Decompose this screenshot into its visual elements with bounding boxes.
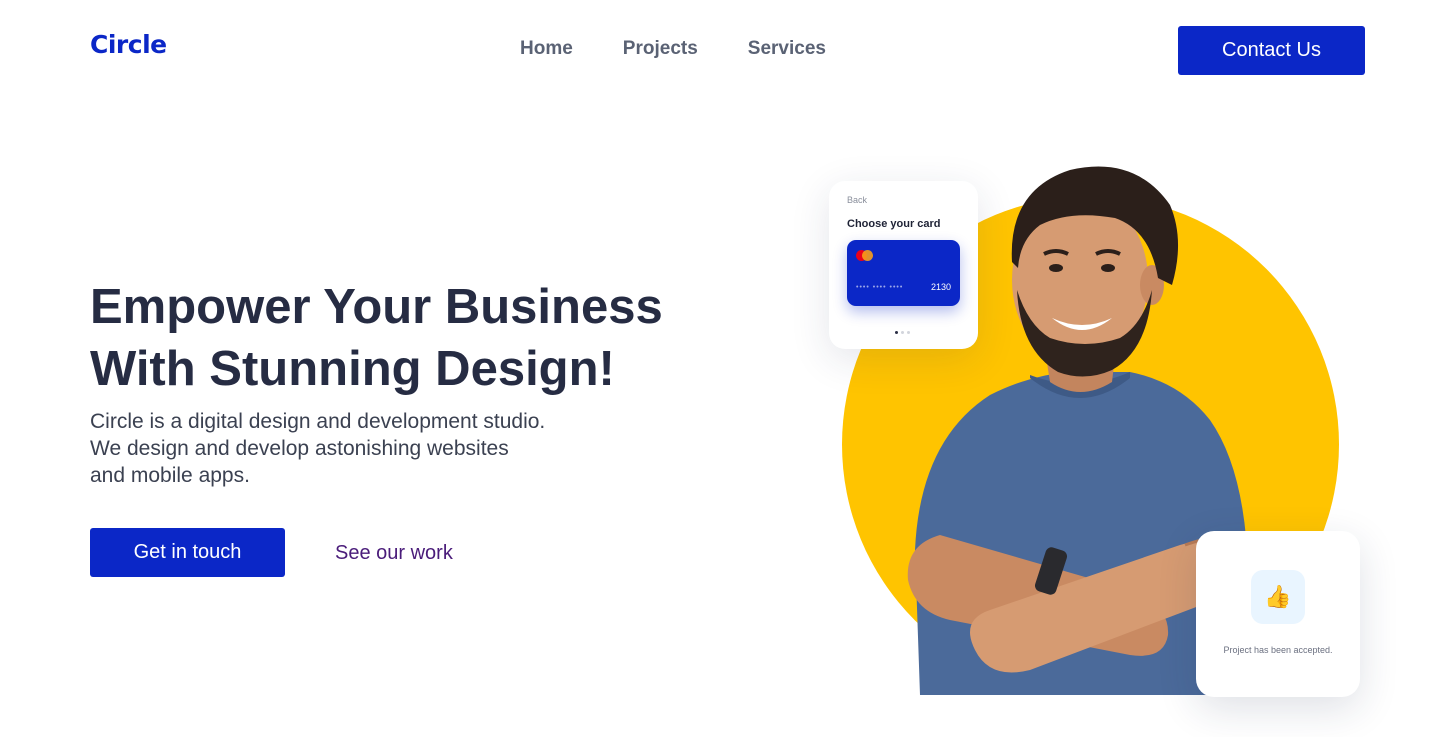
pager-dot-active[interactable] [895,331,898,334]
hero-description-line-3: and mobile apps. [90,464,250,487]
brand-logo[interactable]: Circle [90,30,167,59]
landing-page: Circle Home Projects Services Contact Us… [0,0,1436,737]
pager-dot[interactable] [907,331,910,334]
card-number-mask: •••• •••• •••• [856,284,904,291]
nav-item-home[interactable]: Home [520,38,573,60]
main-nav: Home Projects Services [520,38,826,60]
card-widget-title: Choose your card [847,218,941,230]
card-last-digits: 2130 [930,282,951,292]
hero-description: Circle is a digital design and developme… [90,408,545,489]
thumbs-up-icon: 👍 [1251,570,1305,624]
pager-dot[interactable] [901,331,904,334]
hero-description-line-2: We design and develop astonishing websit… [90,437,509,460]
nav-item-services[interactable]: Services [748,38,826,60]
project-accepted-message: Project has been accepted. [1223,645,1333,655]
contact-us-button[interactable]: Contact Us [1178,26,1365,75]
hero-description-line-1: Circle is a digital design and developme… [90,410,546,433]
get-in-touch-button[interactable]: Get in touch [90,528,285,577]
hero-headline-line-2: With Stunning Design! [90,342,615,396]
project-accepted-widget: 👍 Project has been accepted. [1196,531,1360,697]
payment-card[interactable]: •••• •••• •••• 2130 [847,240,960,306]
card-pager[interactable] [895,331,910,334]
hero-headline-line-1: Empower Your Business [90,280,663,334]
choose-card-widget: Back Choose your card •••• •••• •••• 213… [829,181,978,349]
card-back-link[interactable]: Back [847,195,867,205]
mastercard-icon [856,250,874,261]
see-our-work-link[interactable]: See our work [335,542,453,565]
hero-headline: Empower Your Business With Stunning Desi… [90,276,710,400]
nav-item-projects[interactable]: Projects [623,38,698,60]
